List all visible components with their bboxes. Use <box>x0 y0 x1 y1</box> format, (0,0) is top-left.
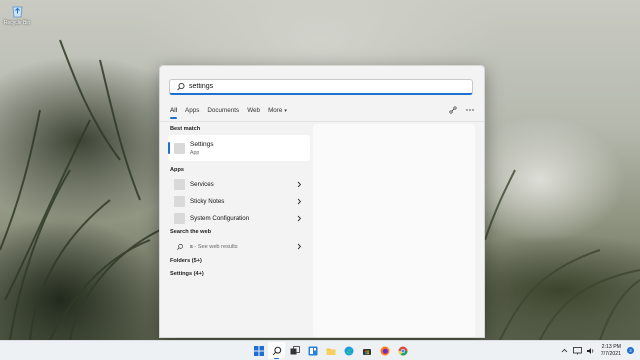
folders-group[interactable]: Folders (5+) <box>170 255 310 268</box>
search-filter-bar: All Apps Documents Web More ▾ <box>170 104 474 119</box>
desktop-icon-recycle-bin[interactable]: Recycle Bin <box>4 4 30 26</box>
widgets-button[interactable] <box>304 342 321 359</box>
chevron-right-icon[interactable] <box>296 198 302 205</box>
notification-badge[interactable]: 2 <box>627 347 634 354</box>
chrome-button[interactable] <box>394 342 411 359</box>
search-input[interactable] <box>187 83 449 90</box>
store-icon <box>362 348 371 355</box>
volume-icon[interactable] <box>586 346 595 355</box>
chevron-right-icon[interactable] <box>296 181 302 188</box>
firefox-icon <box>380 346 389 355</box>
app-result-sticky-notes[interactable]: Sticky Notes <box>168 193 310 210</box>
edge-button[interactable] <box>340 342 357 359</box>
app-result-label: System Configuration <box>190 215 250 222</box>
edge-icon <box>344 346 353 355</box>
taskbar: 2:13 PM 7/7/2021 2 <box>0 340 640 360</box>
filter-tab-more-label: More <box>268 106 283 114</box>
chevron-right-icon[interactable] <box>296 243 302 250</box>
start-button[interactable] <box>250 342 267 359</box>
taskbar-search-button[interactable] <box>268 342 285 359</box>
filter-divider <box>160 121 484 122</box>
result-preview-pane <box>313 124 475 337</box>
share-icon[interactable] <box>448 106 457 115</box>
network-icon[interactable] <box>572 346 582 355</box>
filter-tab-web[interactable]: Web <box>247 107 260 114</box>
search-box[interactable] <box>169 79 473 95</box>
system-configuration-app-icon <box>174 213 185 224</box>
settings-app-icon <box>174 142 185 154</box>
best-match-heading: Best match <box>170 126 201 132</box>
chevron-right-icon[interactable] <box>296 215 302 222</box>
store-button[interactable] <box>358 342 375 359</box>
results-list: Best match Settings App Apps Services St… <box>168 124 310 281</box>
web-result-suffix: - See web results <box>192 243 238 250</box>
filter-tab-apps[interactable]: Apps <box>185 107 199 114</box>
recycle-bin-icon <box>12 6 22 18</box>
clock-date: 7/7/2021 <box>600 350 621 357</box>
app-result-services[interactable]: Services <box>168 176 310 193</box>
web-result[interactable]: s - See web results <box>168 238 310 255</box>
settings-group[interactable]: Settings (4+) <box>170 268 310 281</box>
start-icon <box>253 345 264 356</box>
filter-tab-all[interactable]: All <box>170 107 177 119</box>
apps-heading: Apps <box>170 167 184 173</box>
start-search-panel: All Apps Documents Web More▾ Best match … <box>159 65 485 338</box>
chevron-down-icon: ▾ <box>284 107 287 114</box>
clock[interactable]: 2:13 PM 7/7/2021 <box>601 344 621 357</box>
search-icon <box>177 243 183 250</box>
sticky-notes-app-icon <box>174 196 185 207</box>
task-view-button[interactable] <box>286 342 303 359</box>
app-result-label: Sticky Notes <box>190 198 225 205</box>
chevron-up-icon[interactable] <box>560 346 569 355</box>
system-tray: 2:13 PM 7/7/2021 2 <box>556 342 634 359</box>
task-view-icon <box>290 345 300 354</box>
filter-tab-more[interactable]: More ▾ <box>268 107 287 114</box>
search-web-heading: Search the web <box>170 229 212 235</box>
file-explorer-button[interactable] <box>322 342 339 359</box>
clock-time: 2:13 PM <box>601 344 621 350</box>
best-match-result[interactable]: Settings App <box>168 135 310 161</box>
search-icon <box>272 346 281 355</box>
services-app-icon <box>174 179 185 190</box>
best-match-type: App <box>190 149 200 156</box>
taskbar-apps <box>250 342 412 359</box>
chrome-icon <box>398 346 407 356</box>
app-result-label: Services <box>190 181 214 188</box>
search-icon <box>177 82 185 90</box>
filter-tab-documents[interactable]: Documents <box>207 107 239 114</box>
widgets-icon <box>308 346 317 355</box>
firefox-button[interactable] <box>376 342 393 359</box>
best-match-name: Settings <box>190 140 214 148</box>
desktop-icon-label: Recycle Bin <box>3 20 31 26</box>
more-icon[interactable] <box>465 106 474 115</box>
app-result-system-configuration[interactable]: System Configuration <box>168 210 310 227</box>
file-explorer-icon <box>326 348 335 355</box>
